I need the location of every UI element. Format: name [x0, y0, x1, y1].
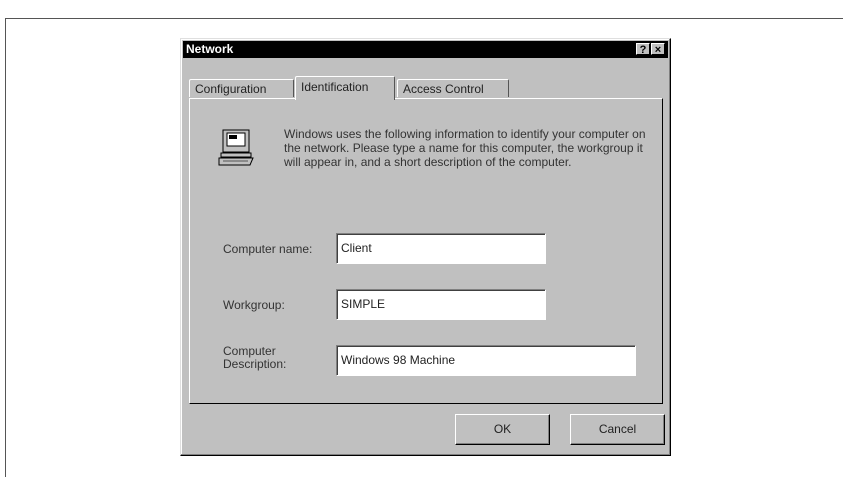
network-dialog: Network ? × Configuration Identification… [180, 38, 671, 456]
tab-access-control[interactable]: Access Control [397, 79, 509, 97]
frame-left-border [5, 18, 6, 477]
dialog-title: Network [186, 42, 234, 56]
frame-top-border [5, 18, 843, 19]
workgroup-field[interactable]: SIMPLE [336, 289, 546, 320]
computer-description-field[interactable]: Windows 98 Machine [336, 345, 636, 376]
tab-identification[interactable]: Identification [295, 76, 395, 100]
computer-description-label-line2: Description: [223, 357, 287, 371]
cancel-button[interactable]: Cancel [570, 414, 665, 445]
computer-name-field[interactable]: Client [336, 233, 546, 264]
workgroup-label: Workgroup: [223, 298, 285, 312]
tab-configuration[interactable]: Configuration [189, 79, 294, 97]
computer-icon [217, 128, 257, 168]
ok-button[interactable]: OK [455, 414, 550, 445]
computer-description-label: Computer Description: [223, 345, 286, 371]
identification-description: Windows uses the following information t… [284, 127, 646, 169]
computer-name-label: Computer name: [223, 242, 313, 256]
help-button[interactable]: ? [636, 43, 650, 56]
close-button[interactable]: × [651, 43, 665, 56]
title-bar[interactable]: Network ? × [183, 41, 668, 58]
